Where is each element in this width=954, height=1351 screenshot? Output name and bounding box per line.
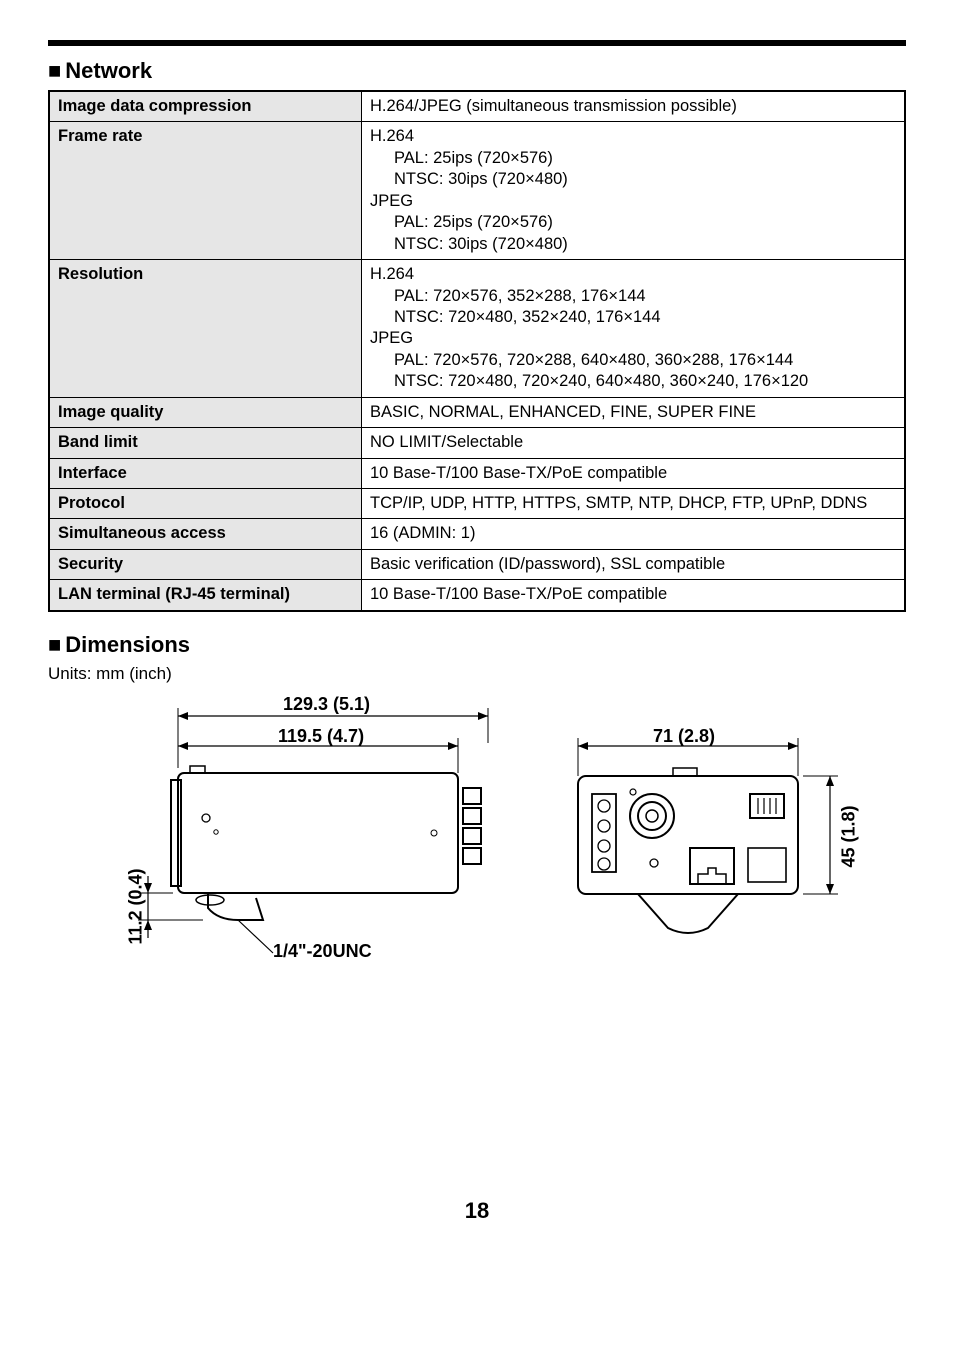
row-label: Image data compression bbox=[49, 91, 362, 122]
row-value: TCP/IP, UDP, HTTP, HTTPS, SMTP, NTP, DHC… bbox=[362, 489, 906, 519]
network-heading: Network bbox=[65, 58, 152, 83]
dim-height-side: 45 (1.8) bbox=[839, 805, 860, 867]
units-note: Units: mm (inch) bbox=[48, 664, 906, 684]
row-value: BASIC, NORMAL, ENHANCED, FINE, SUPER FIN… bbox=[362, 397, 906, 427]
row-label: Resolution bbox=[49, 260, 362, 398]
row-label: Protocol bbox=[49, 489, 362, 519]
dim-depth: 71 (2.8) bbox=[653, 726, 715, 747]
row-value: H.264 PAL: 720×576, 352×288, 176×144 NTS… bbox=[362, 260, 906, 398]
dimensions-heading: Dimensions bbox=[65, 632, 190, 657]
row-value: Basic verification (ID/password), SSL co… bbox=[362, 549, 906, 579]
section-marker-dimensions: ■ bbox=[48, 632, 61, 658]
row-label: LAN terminal (RJ-45 terminal) bbox=[49, 580, 362, 611]
dimensions-diagram: 129.3 (5.1) 119.5 (4.7) 71 (2.8) 45 (1.8… bbox=[118, 698, 938, 1038]
row-label: Interface bbox=[49, 458, 362, 488]
row-value: H.264/JPEG (simultaneous transmission po… bbox=[362, 91, 906, 122]
row-value: 16 (ADMIN: 1) bbox=[362, 519, 906, 549]
section-marker-network: ■ bbox=[48, 58, 61, 84]
network-spec-table: Image data compression H.264/JPEG (simul… bbox=[48, 90, 906, 612]
row-value: H.264 PAL: 25ips (720×576) NTSC: 30ips (… bbox=[362, 122, 906, 260]
row-value: 10 Base-T/100 Base-TX/PoE compatible bbox=[362, 580, 906, 611]
dim-height-bottom: 11.2 (0.4) bbox=[126, 868, 147, 944]
row-value: NO LIMIT/Selectable bbox=[362, 428, 906, 458]
row-label: Security bbox=[49, 549, 362, 579]
dim-width-outer: 129.3 (5.1) bbox=[283, 694, 370, 715]
row-label: Simultaneous access bbox=[49, 519, 362, 549]
row-label: Image quality bbox=[49, 397, 362, 427]
dim-width-inner: 119.5 (4.7) bbox=[278, 726, 364, 747]
row-label: Frame rate bbox=[49, 122, 362, 260]
row-value: 10 Base-T/100 Base-TX/PoE compatible bbox=[362, 458, 906, 488]
row-label: Band limit bbox=[49, 428, 362, 458]
page-number: 18 bbox=[48, 1198, 906, 1224]
dim-thread: 1/4"-20UNC bbox=[273, 941, 372, 962]
dimensions-svg bbox=[118, 698, 938, 1038]
